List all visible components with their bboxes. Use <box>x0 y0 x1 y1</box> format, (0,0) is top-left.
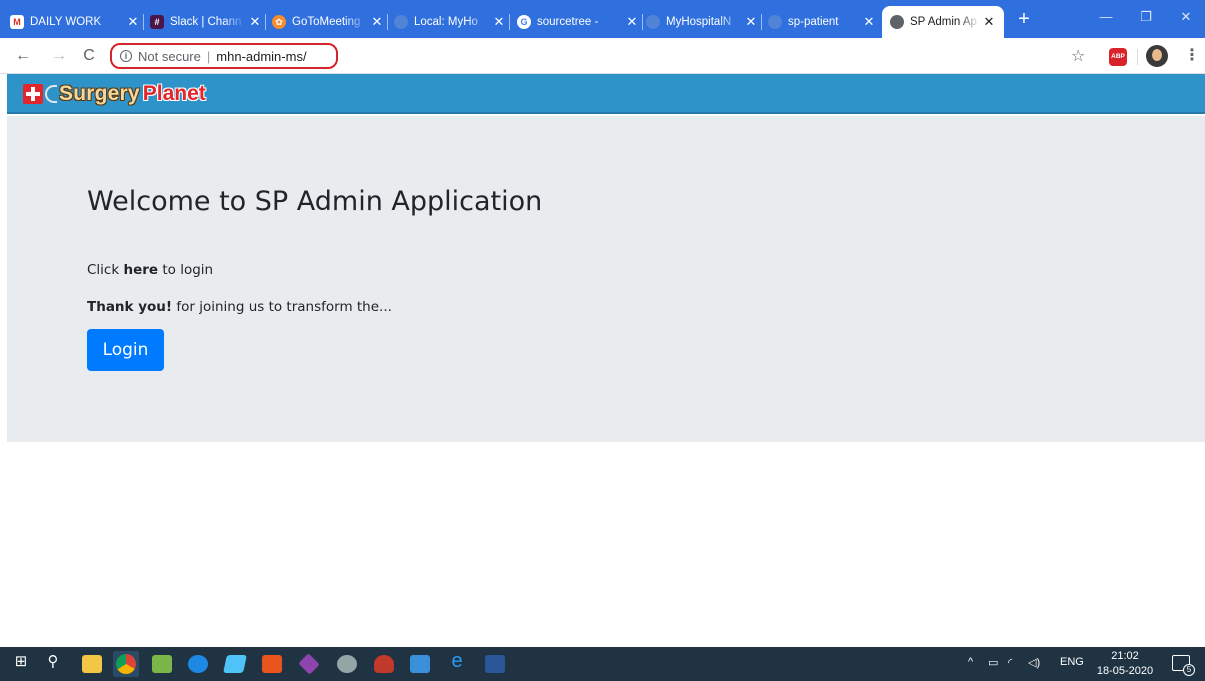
maps-icon[interactable] <box>188 655 208 673</box>
browser-tab-strip: M DAILY WORK ✕ # Slack | Chann ✕ ✿ GoToM… <box>0 0 1205 38</box>
gitkraken-icon[interactable] <box>298 653 320 675</box>
tab-label: sp-patient <box>788 16 839 28</box>
globe-icon <box>768 15 782 29</box>
globe-icon <box>890 15 904 29</box>
login-hint-prefix: Click <box>87 262 124 278</box>
file-explorer-icon[interactable] <box>82 655 102 673</box>
tab-close-icon[interactable]: ✕ <box>982 14 996 30</box>
tab-separator <box>265 14 266 30</box>
gotomeeting-icon: ✿ <box>272 15 286 29</box>
restore-icon[interactable]: ❐ <box>1128 6 1164 28</box>
logo-word-surgery: Surgery <box>59 82 140 105</box>
tab-label: MyHospitalN <box>666 16 732 28</box>
tab-label: sourcetree - <box>537 16 599 28</box>
tab-separator <box>761 14 762 30</box>
address-bar[interactable]: i Not secure | mhn-admin-ms/ <box>110 43 338 69</box>
paint-app-icon[interactable] <box>337 655 357 673</box>
tab-separator <box>387 14 388 30</box>
surgery-planet-logo[interactable]: Surgery Planet <box>23 81 206 107</box>
notification-count: 5 <box>1183 664 1195 676</box>
bookmark-star-icon[interactable]: ☆ <box>1071 46 1085 66</box>
browser-tab[interactable]: sp-patient ✕ <box>768 8 876 36</box>
omnibox-divider: | <box>206 48 211 64</box>
security-status[interactable]: Not secure <box>138 49 201 64</box>
minimize-icon[interactable]: — <box>1088 6 1124 28</box>
tab-close-icon[interactable]: ✕ <box>248 14 262 30</box>
edge-browser-icon[interactable]: e <box>446 650 468 673</box>
browser-tab[interactable]: Local: MyHo ✕ <box>394 8 510 36</box>
action-center-icon[interactable]: 5 <box>1172 655 1195 676</box>
slack-icon: # <box>150 15 164 29</box>
tab-label: SP Admin Ap <box>910 16 977 28</box>
tab-label: GoToMeeting <box>292 16 361 28</box>
globe-icon <box>394 15 408 29</box>
tab-label: Slack | Chann <box>170 16 242 28</box>
windows-start-icon[interactable]: ⊞ <box>10 652 32 670</box>
browser-tab[interactable]: G sourcetree - ✕ <box>517 8 643 36</box>
show-hidden-icons-icon[interactable]: ^ <box>968 656 973 668</box>
globe-icon <box>646 15 660 29</box>
chrome-icon[interactable] <box>116 654 136 674</box>
notes-app-icon[interactable] <box>223 655 247 673</box>
tab-separator <box>642 14 643 30</box>
browser-tab[interactable]: MyHospitalN ✕ <box>646 8 762 36</box>
word-icon[interactable] <box>485 655 505 673</box>
kebab-menu-icon[interactable]: ⋮ <box>1184 45 1200 65</box>
logo-word-planet: Planet <box>142 82 206 105</box>
new-tab-button[interactable]: + <box>1014 9 1034 30</box>
volume-icon[interactable]: ◁) <box>1028 656 1040 669</box>
search-icon[interactable]: ⚲ <box>42 652 64 670</box>
tab-close-icon[interactable]: ✕ <box>492 14 506 30</box>
login-hint: Click here to login <box>87 262 213 278</box>
browser-tab[interactable]: ✿ GoToMeeting ✕ <box>272 8 388 36</box>
photos-app-icon[interactable] <box>152 655 172 673</box>
gmail-icon: M <box>10 15 24 29</box>
browser-tab[interactable]: # Slack | Chann ✕ <box>150 8 266 36</box>
battery-icon[interactable]: ▭ <box>988 656 998 669</box>
tab-label: DAILY WORK <box>30 16 102 28</box>
stethoscope-icon <box>45 85 57 103</box>
adblock-plus-icon[interactable]: ABP <box>1109 48 1127 66</box>
browser-tab-active[interactable]: SP Admin Ap ✕ <box>882 6 1004 38</box>
tab-close-icon[interactable]: ✕ <box>744 14 758 30</box>
login-button[interactable]: Login <box>87 329 164 371</box>
clock-time: 21:02 <box>1111 650 1139 662</box>
url-text[interactable]: mhn-admin-ms/ <box>216 49 306 64</box>
wifi-icon[interactable]: ◜ <box>1008 656 1012 669</box>
info-icon[interactable]: i <box>120 50 132 62</box>
thank-you-text: Thank you! for joining us to transform t… <box>87 299 392 315</box>
browser-toolbar: ← → C i Not secure | mhn-admin-ms/ ☆ ABP… <box>0 38 1205 74</box>
tab-close-icon[interactable]: ✕ <box>625 14 639 30</box>
login-hint-suffix: to login <box>158 262 214 278</box>
google-icon: G <box>517 15 531 29</box>
welcome-jumbotron: Welcome to SP Admin Application Click he… <box>7 116 1205 442</box>
site-header: Surgery Planet <box>7 74 1205 114</box>
page-title: Welcome to SP Admin Application <box>87 186 543 217</box>
clock-date: 18-05-2020 <box>1096 665 1154 677</box>
windows-taskbar: ⊞ ⚲ e ^ ▭ ◜ ◁) ENG 21:02 18-05-2020 5 <box>0 647 1205 681</box>
profile-avatar[interactable] <box>1146 45 1168 67</box>
login-hint-here: here <box>123 262 159 278</box>
system-clock[interactable]: 21:02 18-05-2020 <box>1093 649 1157 679</box>
tab-close-icon[interactable]: ✕ <box>126 14 140 30</box>
snipping-tool-icon[interactable] <box>374 655 394 673</box>
thank-you-bold: Thank you! <box>87 299 173 315</box>
browser-tab[interactable]: M DAILY WORK ✕ <box>10 8 144 36</box>
tab-label: Local: MyHo <box>414 16 478 28</box>
reload-icon[interactable]: C <box>78 46 100 66</box>
xampp-icon[interactable] <box>262 655 282 673</box>
tab-close-icon[interactable]: ✕ <box>370 14 384 30</box>
toolbar-divider <box>1137 49 1138 65</box>
medical-cross-icon <box>23 84 43 104</box>
thank-you-suffix: for joining us to transform the... <box>172 299 392 315</box>
tab-separator <box>143 14 144 30</box>
back-arrow-icon[interactable]: ← <box>12 46 34 66</box>
tab-separator <box>509 14 510 30</box>
close-window-icon[interactable]: ✕ <box>1168 6 1204 28</box>
tab-close-icon[interactable]: ✕ <box>862 14 876 30</box>
language-indicator[interactable]: ENG <box>1060 656 1084 668</box>
photos-icon[interactable] <box>410 655 430 673</box>
forward-arrow-icon[interactable]: → <box>48 46 70 66</box>
